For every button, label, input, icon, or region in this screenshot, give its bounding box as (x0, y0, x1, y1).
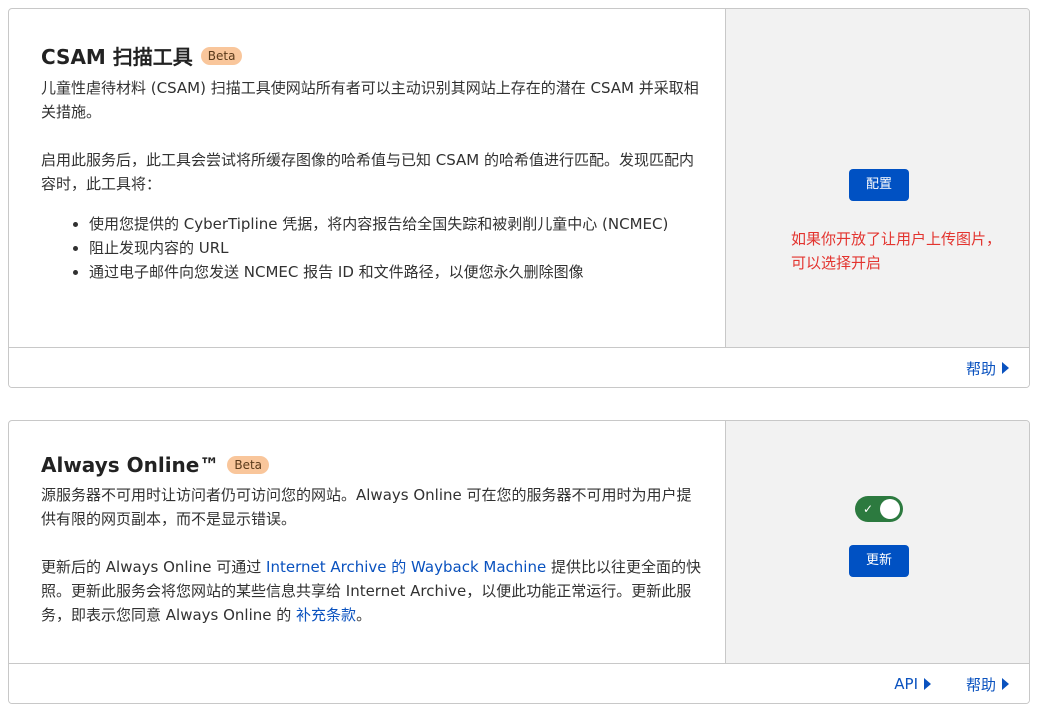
configure-button[interactable]: 配置 (849, 169, 909, 201)
always-online-card: Always Online™ Beta 源服务器不可用时让访问者仍可访问您的网站… (8, 420, 1030, 704)
csam-help-link[interactable]: 帮助 (965, 348, 1009, 387)
always-online-footer: API 帮助 (9, 663, 1029, 703)
help-label: 帮助 (965, 675, 996, 694)
play-right-icon (1002, 678, 1009, 690)
always-online-title: Always Online™ (41, 453, 220, 477)
play-right-icon (1002, 362, 1009, 374)
always-online-toggle[interactable]: ✓ (855, 496, 903, 522)
wayback-machine-link[interactable]: Internet Archive 的 Wayback Machine (266, 558, 546, 576)
list-item: 通过电子邮件向您发送 NCMEC 报告 ID 和文件路径，以便您永久删除图像 (89, 260, 701, 284)
supplemental-terms-link[interactable]: 补充条款 (296, 606, 356, 624)
toggle-knob (880, 499, 900, 519)
csam-content: CSAM 扫描工具 Beta 儿童性虐待材料 (CSAM) 扫描工具使网站所有者… (9, 9, 725, 347)
list-item: 使用您提供的 CyberTipline 凭据，将内容报告给全国失踪和被剥削儿童中… (89, 212, 701, 236)
api-link[interactable]: API (894, 664, 931, 703)
api-label: API (894, 675, 918, 693)
always-online-beta-badge: Beta (227, 456, 270, 474)
csam-footer: 帮助 (9, 347, 1029, 387)
always-online-update-text: 更新后的 Always Online 可通过 Internet Archive … (41, 555, 701, 627)
update-text-part: 。 (356, 606, 372, 624)
update-button[interactable]: 更新 (849, 545, 909, 577)
always-online-help-link[interactable]: 帮助 (965, 664, 1009, 703)
play-right-icon (924, 678, 931, 690)
csam-title-row: CSAM 扫描工具 Beta (41, 41, 701, 70)
update-text-part: 更新后的 Always Online 可通过 (41, 558, 267, 576)
always-online-content: Always Online™ Beta 源服务器不可用时让访问者仍可访问您的网站… (9, 421, 725, 663)
csam-title: CSAM 扫描工具 (41, 45, 193, 69)
help-label: 帮助 (965, 359, 996, 378)
csam-intro: 启用此服务后，此工具会尝试将所缓存图像的哈希值与已知 CSAM 的哈希值进行匹配… (41, 151, 695, 193)
always-online-side-panel: ✓ 更新 (725, 421, 1029, 663)
always-online-title-row: Always Online™ Beta (41, 453, 701, 477)
csam-card: CSAM 扫描工具 Beta 儿童性虐待材料 (CSAM) 扫描工具使网站所有者… (8, 8, 1030, 388)
check-icon: ✓ (863, 502, 874, 516)
csam-actions-list: 使用您提供的 CyberTipline 凭据，将内容报告给全国失踪和被剥削儿童中… (41, 212, 701, 284)
csam-description: 儿童性虐待材料 (CSAM) 扫描工具使网站所有者可以主动识别其网站上存在的潜在… (41, 79, 699, 121)
csam-side-panel: 配置 如果你开放了让用户上传图片，可以选择开启 (725, 9, 1029, 347)
always-online-description: 源服务器不可用时让访问者仍可访问您的网站。Always Online 可在您的服… (41, 486, 692, 528)
list-item: 阻止发现内容的 URL (89, 236, 701, 260)
csam-annotation-note: 如果你开放了让用户上传图片，可以选择开启 (791, 230, 1002, 272)
csam-beta-badge: Beta (200, 46, 243, 65)
